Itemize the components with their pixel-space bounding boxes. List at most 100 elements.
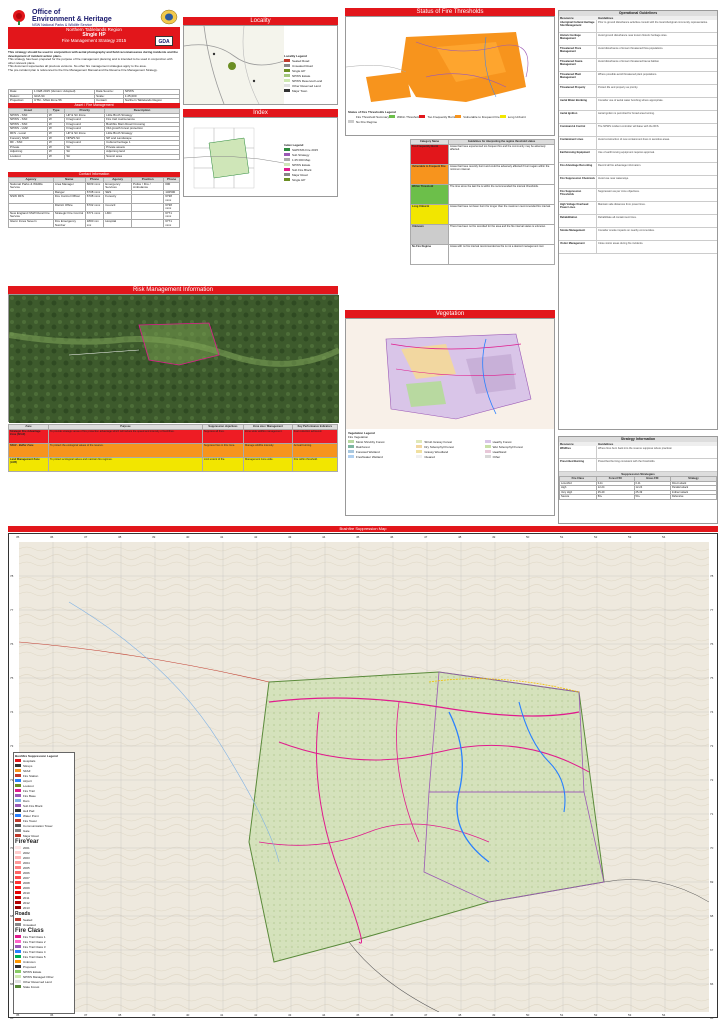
map-legend: Bushfire Suppression Legend Hospitals Sit… [13,752,75,1014]
operational-row: Containment Lines Avoid construction of n… [559,137,717,150]
map-legend-item-swatch [15,764,21,767]
org-name: Office of Environment & Heritage NSW Nat… [32,9,152,27]
northing-tick: 65 [10,1016,14,1020]
locality-panel: Locality Legend Sealed Road Unsealed Road… [183,25,338,105]
easting-tick: 47 [424,535,428,539]
status-legend-item-swatch [348,115,354,118]
strategy-row: Prescribed Burning Prescribed burning con… [559,459,717,472]
index-map [184,118,284,196]
operational-row: Threatened Flora Management Avoid disturb… [559,46,717,59]
vegetation-legend-item-label: Cleared [424,454,435,459]
operational-row-key: Threatened Property [559,85,597,97]
operational-row: Historic Heritage Management Avoid ground… [559,33,717,46]
threshold-name: Within Threshold [410,183,449,205]
threshold-text: Areas that have experienced too frequent… [448,143,555,165]
fireyear-item-swatch [15,861,21,864]
threshold-text: There has been no fire recorded for the … [448,223,555,245]
easting-tick: 41 [220,1013,224,1017]
easting-tick: 41 [220,535,224,539]
contact-table: Agency Name Phone Agency Position Phone … [8,177,180,229]
risk-purpose: To protect the ecological values of the … [48,442,203,458]
map-legend-item-label: Fire Trail [23,788,35,793]
risk-aerial-map [8,295,341,423]
fireyear-item-swatch [15,866,21,869]
operational-row-key: High Voltage Overhead Power Lines [559,202,597,214]
operational-row-value: Close visitor areas during fire incident… [598,242,644,245]
northing-tick: 78 [10,574,14,578]
operational-row-value: Avoid disturbance of known threatened fa… [598,60,660,63]
map-legend-item-swatch [15,834,21,837]
status-legend-item: Too Frequently Burnt [419,114,455,119]
operational-row-key: Historic Heritage Management [559,33,597,45]
vegetation-legend-item: Freshwater Wetland [348,454,416,459]
risk-header: Key Performance Indicators [291,424,339,430]
index-legend-item-label: Single HP [292,177,306,182]
map-legend-item-label: Heli Pad [23,808,35,813]
risk-objectives: Suppress all fires. [201,428,245,444]
operational-row-value: Avoid disturbance of known threatened fl… [598,47,664,50]
threshold-text: Areas with no fire interval recommended … [448,243,555,265]
fireyear-item-swatch [15,846,21,849]
locality-legend-item-label: Major Town [292,88,308,93]
operational-row-value: Maintain safe distances from power lines… [598,203,646,206]
index-legend-item-swatch [284,163,290,166]
easting-tick: 46 [390,1013,394,1017]
map-legend-item-swatch [15,789,21,792]
fireclass-item-swatch [15,980,21,983]
index-legend: Index Legend SHPFMS Fire 2015 Sub Strateg… [284,143,338,182]
index-legend-item-swatch [284,178,290,181]
operational-row: Aerial Ignition Aerial ignition is permit… [559,111,717,124]
easting-tick: 51 [560,1013,564,1017]
risk-title: Risk Management Information [8,286,338,294]
easting-tick: 43 [288,535,292,539]
operational-row-value: The NPWS incident controller will liaise… [598,125,660,128]
operational-row-key: Threatened Flora Management [559,46,597,58]
fireclass-item-label: Fire Trail Class 3 [23,944,46,949]
fireyear-item-swatch [15,886,21,889]
operational-row: Command & Control The NPWS incident contr… [559,124,717,137]
fireyear-item-swatch [15,871,21,874]
asset-row-cell: Str [64,153,106,160]
northing-tick: 71 [710,812,714,816]
fireclass-item-swatch [15,975,21,978]
fireclass-item-label: Fire Trail Class 4 [23,949,46,954]
index-legend-item-label: Sub Strategy [292,152,310,157]
map-legend-item-swatch [15,774,21,777]
vegetation-legend-item-label: Dry Sclerophyll Forest [424,444,454,449]
vegetation-legend-item-label: Grassy Woodland [424,449,449,454]
fireclass-item-label: Fire Trail Class 1 [23,934,46,939]
operational-row-key: Earthmoving Equipment [559,150,597,162]
index-legend-item-swatch [284,168,290,171]
vegetation-legend-item: Cleared [416,454,484,459]
operational-row-value: Use of earthmoving equipment requires ap… [598,151,655,154]
fireyear-item-swatch [15,891,21,894]
status-legend-item: No Fire Regime [348,119,377,124]
operational-row-key: Smoke Management [559,228,597,240]
vegetation-panel: Vegetation Legend Fire Vegetation Moist … [345,318,555,516]
strategy-row-key: Wildfires [559,446,597,458]
easting-tick: 40 [186,535,190,539]
operational-row-key: Aerial Water Bombing [559,98,597,110]
fireclass-item-label: NPWS Estate [23,969,42,974]
operational-row: Earthmoving Equipment Use of earthmoving … [559,150,717,163]
vegetation-legend-item-label: Forested Wetland [356,449,380,454]
map-legend-item-label: Dam [23,798,30,803]
map-legend-item-swatch [15,779,21,782]
easting-tick: 53 [628,1013,632,1017]
org-line-2: Environment & Heritage [32,16,112,23]
waratah-icon [13,10,25,25]
operational-row: Fire Suppression Chemicals Avoid use near… [559,176,717,189]
risk-header: Suppression objectives [201,424,245,430]
operational-row: Fire Suppression Thresholds Suppression a… [559,189,717,202]
contact-row-cell: 1800 xxx xxx [84,218,105,229]
fireclass-item-label: Fire Trail Class 5 [23,954,46,959]
fireclass-item-label: NPWS Managed Other [23,974,54,979]
contact-row-cell: 6771 xxxx [163,218,180,229]
risk-kpi: Fire within threshold. [291,456,339,472]
locality-legend-item-swatch [284,64,290,67]
vegetation-legend-item-label: Heathland [492,449,507,454]
map-legend-item-swatch [15,804,21,807]
locality-map [184,26,284,104]
status-legend-item-label: Vulnerable to Frequent Fire [463,114,500,119]
easting-tick: 50 [526,1013,530,1017]
